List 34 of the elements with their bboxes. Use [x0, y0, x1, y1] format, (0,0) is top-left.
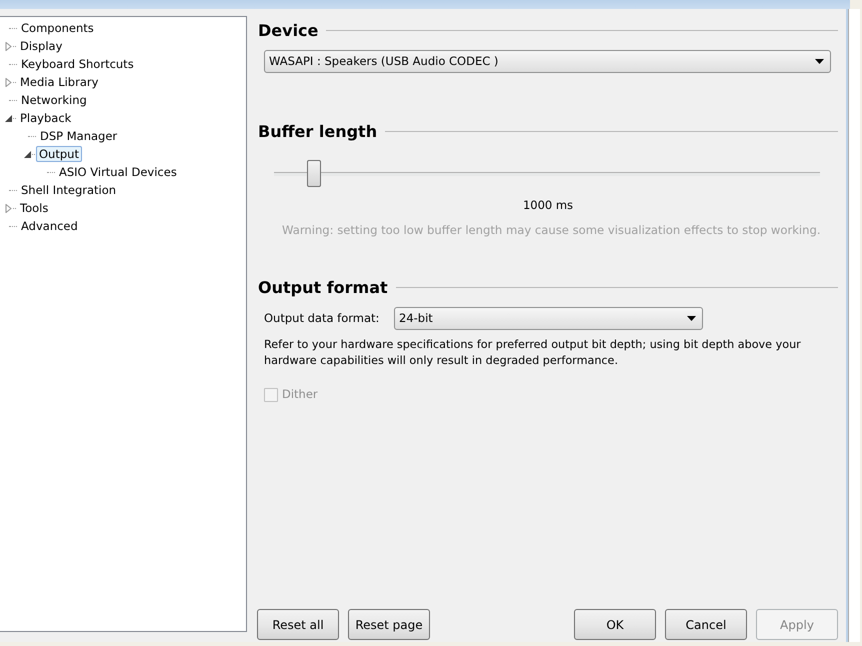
expand-icon[interactable] [4, 77, 14, 87]
tree-item[interactable]: Components [18, 20, 97, 36]
tree-item[interactable]: Display [17, 38, 66, 54]
dialog-button[interactable]: Reset page [348, 609, 430, 640]
collapse-icon[interactable] [4, 113, 14, 123]
dialog-button[interactable]: OK [574, 609, 656, 640]
section-heading: Output format [258, 278, 388, 298]
tree-item[interactable]: Keyboard Shortcuts [18, 56, 137, 72]
tree-item[interactable]: Tools [17, 200, 52, 216]
tree-item[interactable]: ASIO Virtual Devices [56, 164, 180, 180]
section-heading: Device [258, 21, 318, 40]
caret-icon [687, 316, 696, 322]
slider-value: 1000 ms [522, 197, 574, 214]
slider-thumb[interactable] [306, 160, 321, 188]
caret-icon [815, 59, 824, 64]
dialog-button[interactable]: Cancel [665, 609, 747, 640]
warning-text: Warning: setting too low buffer length may cause some visualization effects to stop working. [282, 222, 822, 239]
dropdown[interactable]: WASAPI : Speakers (USB Audio CODEC ) [264, 50, 831, 74]
description-text: Refer to your hardware specifications for preferred output bit depth; using bit depth above your hardware capabilities will only result in degraded performance. [264, 337, 802, 370]
dialog-button[interactable]: Reset all [257, 609, 339, 640]
tree-item[interactable]: DSP Manager [37, 128, 120, 144]
expand-icon[interactable] [4, 203, 14, 213]
tree-item[interactable]: Networking [18, 92, 90, 108]
expand-icon[interactable] [4, 41, 14, 51]
checkbox-label: Dither [282, 386, 318, 404]
section-heading: Buffer length [258, 122, 378, 142]
tree-item[interactable]: Output [36, 146, 82, 162]
dropdown[interactable]: 24-bit [394, 307, 703, 330]
tree-item[interactable]: Advanced [18, 218, 81, 234]
tree-item[interactable]: Media Library [17, 74, 102, 90]
field-label: Output data format: [264, 310, 380, 328]
tree-item[interactable]: Shell Integration [18, 182, 120, 198]
tree-item[interactable]: Playback [17, 110, 74, 126]
collapse-icon[interactable] [23, 149, 33, 159]
